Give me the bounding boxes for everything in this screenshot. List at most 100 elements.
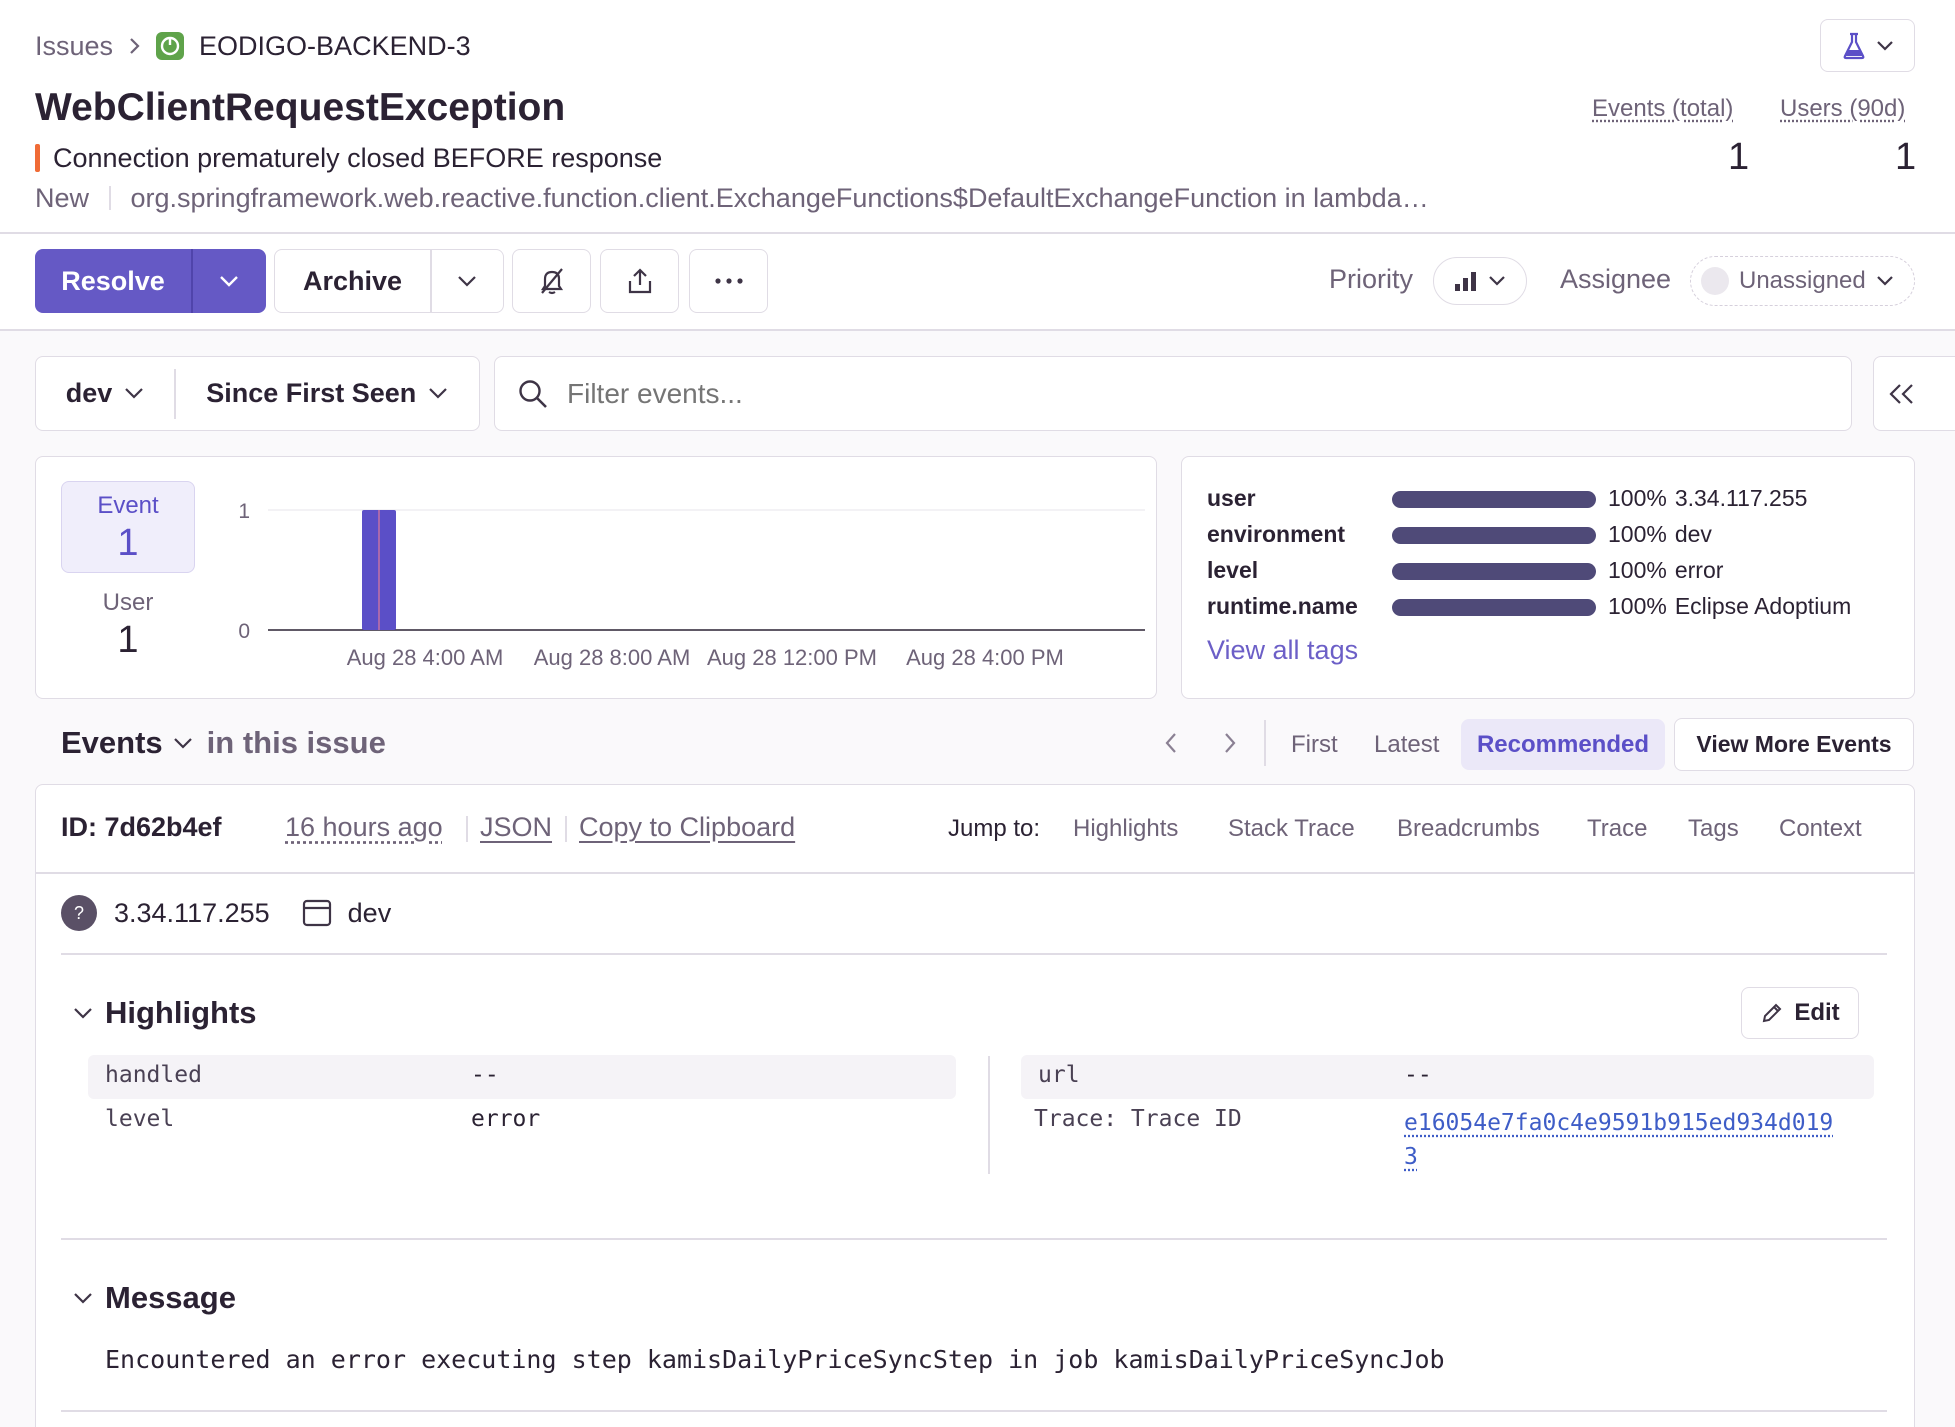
jump-link-tags[interactable]: Tags	[1688, 815, 1739, 843]
highlight-row-bg	[1021, 1055, 1874, 1099]
user-count-value: 1	[61, 619, 195, 662]
feature-toggle-button[interactable]	[1820, 19, 1915, 72]
tag-percent: 100%	[1608, 593, 1667, 619]
recommended-event-tab[interactable]: Recommended	[1461, 719, 1665, 770]
pencil-icon	[1760, 1001, 1784, 1025]
event-count-value: 1	[62, 522, 194, 565]
x-tick-label: Aug 28 4:00 AM	[347, 645, 504, 670]
highlight-key: Trace: Trace ID	[1034, 1106, 1242, 1132]
highlight-value: error	[471, 1106, 540, 1132]
ellipsis-icon	[714, 277, 744, 285]
breadcrumb-issues-link[interactable]: Issues	[35, 31, 113, 62]
archive-button-group: Archive	[274, 249, 504, 313]
tag-value[interactable]: 100% error	[1608, 557, 1723, 584]
error-level-marker	[35, 144, 40, 172]
event-count-tab[interactable]: Event 1	[61, 481, 195, 573]
user-ip[interactable]: 3.34.117.255	[114, 898, 270, 929]
view-more-events-button[interactable]: View More Events	[1674, 718, 1914, 771]
meta-divider	[466, 816, 468, 842]
filter-group: dev Since First Seen	[35, 356, 480, 431]
priority-dropdown[interactable]	[1433, 257, 1527, 305]
chevrons-left-icon	[1888, 383, 1916, 405]
json-link[interactable]: JSON	[480, 812, 552, 843]
assignee-dropdown[interactable]: Unassigned	[1690, 256, 1915, 306]
previous-event-icon[interactable]	[1164, 732, 1178, 754]
event-age[interactable]: 16 hours ago	[285, 812, 443, 843]
tag-value-text: 3.34.117.255	[1675, 485, 1808, 511]
period-value: Since First Seen	[206, 378, 416, 409]
more-actions-button[interactable]	[689, 249, 768, 313]
meta-divider	[109, 186, 111, 210]
environment-filter[interactable]: dev	[36, 357, 174, 430]
users-90d-value[interactable]: 1	[1895, 136, 1916, 179]
events-dropdown-label[interactable]: Events	[61, 725, 163, 761]
first-event-tab[interactable]: First	[1291, 731, 1338, 759]
events-subtitle: in this issue	[207, 725, 386, 761]
tag-key[interactable]: user	[1207, 485, 1256, 512]
chevron-down-icon	[219, 275, 239, 288]
mute-button[interactable]	[512, 249, 591, 313]
x-tick-label: Aug 28 8:00 AM	[534, 645, 691, 670]
tag-distribution-bar[interactable]	[1392, 563, 1596, 580]
tag-key[interactable]: level	[1207, 557, 1258, 584]
upload-icon	[625, 266, 655, 296]
message-header[interactable]: Message	[73, 1280, 236, 1316]
highlight-key: url	[1038, 1062, 1080, 1088]
issue-message-text: Connection prematurely closed BEFORE res…	[53, 143, 662, 174]
archive-button[interactable]: Archive	[275, 266, 430, 297]
jump-link-breadcrumbs[interactable]: Breadcrumbs	[1397, 815, 1540, 843]
jump-link-stack-trace[interactable]: Stack Trace	[1228, 815, 1355, 843]
tag-distribution-bar[interactable]	[1392, 527, 1596, 544]
users-90d-label[interactable]: Users (90d)	[1780, 95, 1905, 123]
tag-value[interactable]: 100% 3.34.117.255	[1608, 485, 1807, 512]
edit-highlights-button[interactable]: Edit	[1741, 987, 1859, 1039]
user-count-label: User	[61, 589, 195, 617]
highlights-header[interactable]: Highlights	[73, 995, 257, 1031]
chevron-down-icon	[1876, 40, 1894, 52]
bell-off-icon	[537, 266, 567, 296]
archive-dropdown[interactable]	[432, 275, 504, 288]
tag-value-text: dev	[1675, 521, 1712, 547]
y-tick-label: 1	[238, 500, 250, 523]
trace-id-line-1: e16054e7fa0c4e9591b915ed934d019	[1404, 1106, 1833, 1140]
chevron-right-icon	[129, 37, 141, 55]
trace-id-link[interactable]: e16054e7fa0c4e9591b915ed934d019 3	[1404, 1106, 1833, 1174]
resolve-button[interactable]: Resolve	[35, 266, 191, 297]
tag-value[interactable]: 100% dev	[1608, 521, 1712, 548]
tag-distribution-bar[interactable]	[1392, 599, 1596, 616]
chevron-down-icon	[1876, 275, 1894, 287]
priority-label: Priority	[1329, 264, 1413, 295]
event-header-divider	[36, 872, 1914, 874]
chevron-down-icon	[73, 1007, 93, 1020]
chevron-down-icon	[428, 387, 448, 400]
next-event-icon[interactable]	[1223, 732, 1237, 754]
view-all-tags-link[interactable]: View all tags	[1207, 635, 1358, 666]
chevron-down-icon	[457, 275, 477, 288]
jump-link-highlights[interactable]: Highlights	[1073, 815, 1178, 843]
jump-link-context[interactable]: Context	[1779, 815, 1862, 843]
user-count-tab[interactable]: User 1	[61, 582, 195, 674]
events-total-label[interactable]: Events (total)	[1592, 95, 1733, 123]
share-button[interactable]	[600, 249, 679, 313]
tag-value-text: error	[1675, 557, 1724, 583]
message-title: Message	[105, 1280, 236, 1316]
chevron-down-icon[interactable]	[173, 737, 193, 750]
tag-key[interactable]: runtime.name	[1207, 593, 1358, 620]
edit-label: Edit	[1794, 999, 1839, 1027]
tag-distribution-bar[interactable]	[1392, 491, 1596, 508]
resolve-dropdown[interactable]	[193, 275, 267, 288]
event-search[interactable]	[494, 356, 1852, 431]
project-short-id[interactable]: EODIGO-BACKEND-3	[199, 31, 471, 62]
copy-to-clipboard-link[interactable]: Copy to Clipboard	[579, 812, 795, 843]
jump-link-trace[interactable]: Trace	[1587, 815, 1647, 843]
events-total-value[interactable]: 1	[1728, 136, 1749, 179]
sidebar-toggle-button[interactable]	[1873, 356, 1955, 431]
event-environment[interactable]: dev	[348, 898, 392, 929]
jump-to-label: Jump to:	[948, 815, 1040, 843]
tag-value[interactable]: 100% Eclipse Adoptium	[1608, 593, 1851, 620]
latest-event-tab[interactable]: Latest	[1374, 731, 1439, 759]
search-input[interactable]	[567, 378, 1851, 410]
period-filter[interactable]: Since First Seen	[176, 357, 480, 430]
flask-icon	[1842, 32, 1866, 60]
tag-key[interactable]: environment	[1207, 521, 1345, 548]
